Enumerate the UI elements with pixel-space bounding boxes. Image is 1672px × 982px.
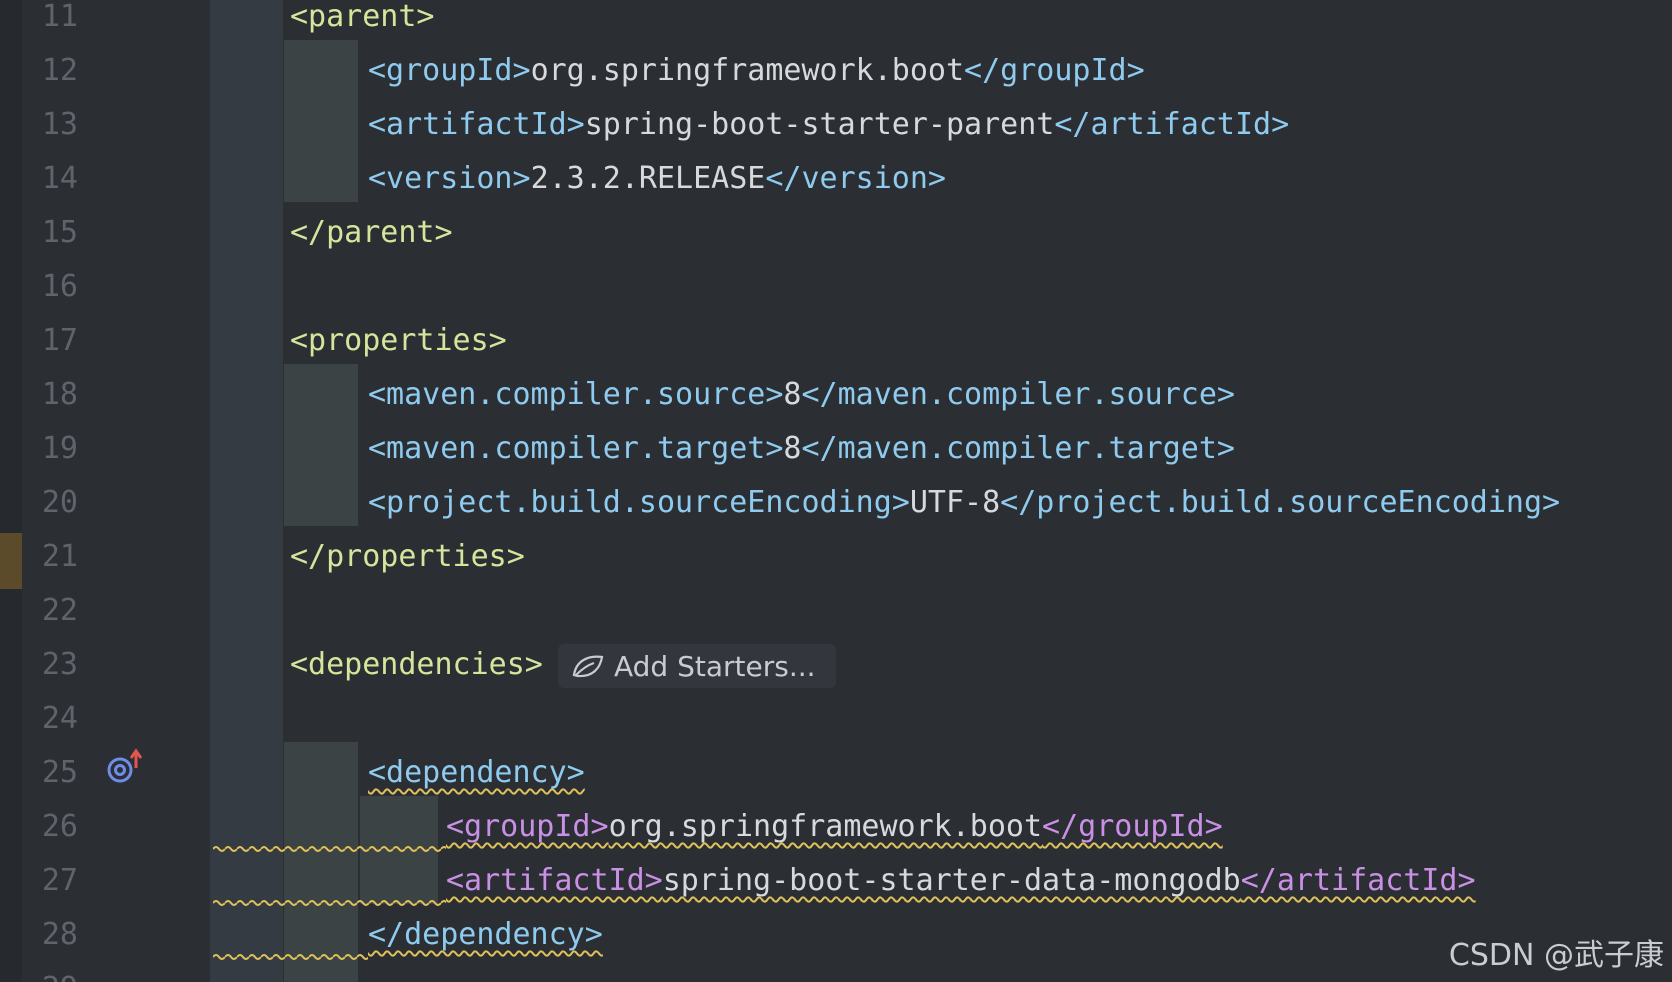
implemented-target-icon[interactable]	[104, 748, 150, 788]
code-token: </artifactId>	[1054, 107, 1290, 142]
code-line[interactable]: <groupId>org.springframework.boot</group…	[368, 44, 1145, 98]
code-token: org.springframework.boot	[608, 809, 1043, 844]
line-number[interactable]: 12	[22, 44, 78, 98]
line-number[interactable]: 26	[22, 800, 78, 854]
code-token: 8	[783, 431, 802, 466]
line-number[interactable]: 22	[22, 584, 78, 638]
code-line[interactable]: <version>2.3.2.RELEASE</version>	[368, 152, 946, 206]
warning-squiggle	[213, 952, 368, 962]
code-line[interactable]: <dependencies>	[290, 638, 543, 692]
line-number[interactable]: 11	[22, 0, 78, 44]
code-token: <parent>	[290, 0, 435, 34]
code-token: <groupId>	[368, 53, 531, 88]
warning-squiggle	[213, 844, 446, 854]
code-token: </properties>	[290, 539, 525, 574]
line-number[interactable]: 18	[22, 368, 78, 422]
vcs-modified-marker[interactable]	[0, 533, 22, 589]
line-number[interactable]: 14	[22, 152, 78, 206]
code-token: spring-boot-starter-data-mongodb	[662, 863, 1241, 898]
line-number[interactable]: 23	[22, 638, 78, 692]
code-token: <dependencies>	[290, 647, 543, 682]
code-token: <maven.compiler.target>	[368, 431, 784, 466]
code-line[interactable]: <dependency>	[368, 746, 585, 800]
indent-guide-column	[211, 0, 283, 982]
code-token: <dependency>	[368, 755, 585, 790]
code-line[interactable]: </properties>	[290, 530, 525, 584]
line-number[interactable]: 19	[22, 422, 78, 476]
indent-block	[284, 40, 358, 202]
code-token: </maven.compiler.source>	[801, 377, 1235, 412]
code-token: UTF-8	[909, 485, 1001, 520]
code-line[interactable]: <project.build.sourceEncoding>UTF-8</pro…	[368, 476, 1560, 530]
code-editor[interactable]: 11 <parent> 12 <groupId>org.springframework…	[0, 0, 1672, 982]
code-line[interactable]: <parent>	[290, 0, 435, 44]
line-number[interactable]: 27	[22, 854, 78, 908]
code-token: </artifactId>	[1240, 863, 1476, 898]
line-number[interactable]: 28	[22, 908, 78, 962]
line-number[interactable]: 21	[22, 530, 78, 584]
warning-squiggle	[213, 898, 446, 908]
line-number[interactable]: 17	[22, 314, 78, 368]
line-number[interactable]: 15	[22, 206, 78, 260]
code-token: spring-boot-starter-parent	[584, 107, 1055, 142]
code-line[interactable]: <artifactId>spring-boot-starter-parent</…	[368, 98, 1289, 152]
line-number[interactable]: 20	[22, 476, 78, 530]
code-line[interactable]: <artifactId>spring-boot-starter-data-mon…	[446, 854, 1476, 908]
code-token: <version>	[368, 161, 531, 196]
code-line[interactable]: </dependency>	[368, 908, 603, 962]
code-token: <artifactId>	[368, 107, 585, 142]
code-line[interactable]: <properties>	[290, 314, 507, 368]
line-number[interactable]: 24	[22, 692, 78, 746]
watermark: CSDN @武子康	[1448, 938, 1664, 973]
line-number[interactable]: 25	[22, 746, 78, 800]
code-token: </dependency>	[368, 917, 603, 952]
code-line[interactable]: <maven.compiler.target>8</maven.compiler…	[368, 422, 1235, 476]
code-token: 2.3.2.RELEASE	[530, 161, 766, 196]
add-starters-label: Add Starters...	[614, 649, 816, 683]
code-token: 8	[783, 377, 802, 412]
code-line[interactable]: </parent>	[290, 206, 453, 260]
vcs-gutter-strip	[0, 0, 22, 982]
indent-block	[284, 742, 358, 982]
code-token: </groupId>	[1042, 809, 1223, 844]
code-line[interactable]: <groupId>org.springframework.boot</group…	[446, 800, 1223, 854]
code-token: <project.build.sourceEncoding>	[368, 485, 910, 520]
code-token: <maven.compiler.source>	[368, 377, 784, 412]
line-number[interactable]: 29	[22, 962, 78, 982]
code-token: </project.build.sourceEncoding>	[1000, 485, 1561, 520]
code-token: </version>	[765, 161, 946, 196]
code-line[interactable]: <maven.compiler.source>8</maven.compiler…	[368, 368, 1235, 422]
code-token: <groupId>	[446, 809, 609, 844]
code-token: org.springframework.boot	[530, 53, 965, 88]
line-number[interactable]: 13	[22, 98, 78, 152]
code-token: </parent>	[290, 215, 453, 250]
spring-leaf-icon	[572, 655, 604, 678]
add-starters-hint[interactable]: Add Starters...	[558, 644, 836, 688]
code-token: </groupId>	[964, 53, 1145, 88]
code-token: </maven.compiler.target>	[801, 431, 1235, 466]
code-token: <artifactId>	[446, 863, 663, 898]
indent-block	[284, 364, 358, 526]
line-number[interactable]: 16	[22, 260, 78, 314]
code-token: <properties>	[290, 323, 507, 358]
